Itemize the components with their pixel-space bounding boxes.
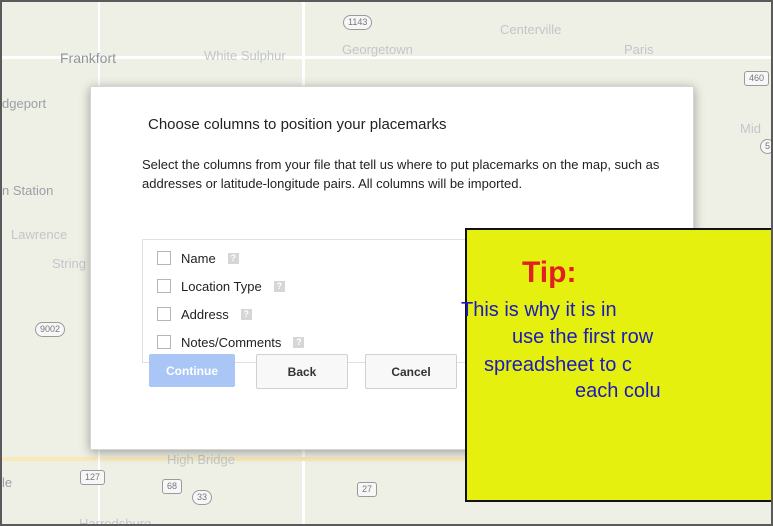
help-icon[interactable]: ? <box>227 252 239 264</box>
tip-text-line: use the first row <box>512 326 654 348</box>
dialog-description: Select the columns from your file that t… <box>142 157 660 191</box>
column-option-name[interactable]: Name ? <box>157 248 239 268</box>
tip-callout: Tip: This is why it is in use the first … <box>461 228 771 502</box>
tip-text-line: each colu <box>575 380 661 402</box>
route-shield: 1143 <box>343 15 373 30</box>
map-place-label: n Station <box>2 183 54 198</box>
dialog-title: Choose columns to position your placemar… <box>148 116 447 133</box>
checkbox[interactable] <box>157 251 171 265</box>
column-option-address[interactable]: Address ? <box>157 304 252 324</box>
help-icon[interactable]: ? <box>273 280 285 292</box>
checkbox[interactable] <box>157 279 171 293</box>
map-place-label: Centerville <box>500 22 562 37</box>
continue-button[interactable]: Continue <box>149 354 235 387</box>
route-shield: 460 <box>744 71 770 86</box>
column-label: Notes/Comments <box>181 334 282 350</box>
checkbox[interactable] <box>157 335 171 349</box>
route-shield: 33 <box>192 490 213 505</box>
help-icon[interactable]: ? <box>293 336 305 348</box>
tip-text-line: This is why it is in <box>461 299 617 321</box>
column-option-notes-comments[interactable]: Notes/Comments ? <box>157 332 305 352</box>
route-shield: 9002 <box>35 322 66 337</box>
map-place-label: dgeport <box>2 96 47 111</box>
column-label: Name <box>181 250 216 266</box>
checkbox[interactable] <box>157 307 171 321</box>
screenshot-frame: Frankfort White Sulphur Georgetown Cente… <box>0 0 773 526</box>
tip-title: Tip: <box>522 256 577 289</box>
column-label: Location Type <box>181 278 262 294</box>
cancel-button[interactable]: Cancel <box>365 354 457 389</box>
tip-text-line: spreadsheet to c <box>484 354 632 376</box>
map-place-label: String <box>52 256 86 271</box>
column-option-location-type[interactable]: Location Type ? <box>157 276 285 296</box>
route-shield: 5 <box>760 139 771 154</box>
route-shield: 27 <box>357 482 378 497</box>
map-place-label: Frankfort <box>60 50 117 66</box>
map-place-label: Harrodsburg <box>79 516 152 526</box>
route-shield: 127 <box>80 470 106 485</box>
map-place-label: le <box>2 475 13 490</box>
column-label: Address <box>181 306 229 322</box>
map-place-label: White Sulphur <box>204 48 286 63</box>
map-place-label: Lawrence <box>11 227 68 242</box>
route-shield: 68 <box>162 479 183 494</box>
back-button[interactable]: Back <box>256 354 348 389</box>
map-place-label: High Bridge <box>167 452 235 467</box>
map-place-label: Paris <box>624 42 654 57</box>
map-place-label: Georgetown <box>342 42 413 57</box>
help-icon[interactable]: ? <box>240 308 252 320</box>
map-place-label: Mid <box>740 121 761 136</box>
